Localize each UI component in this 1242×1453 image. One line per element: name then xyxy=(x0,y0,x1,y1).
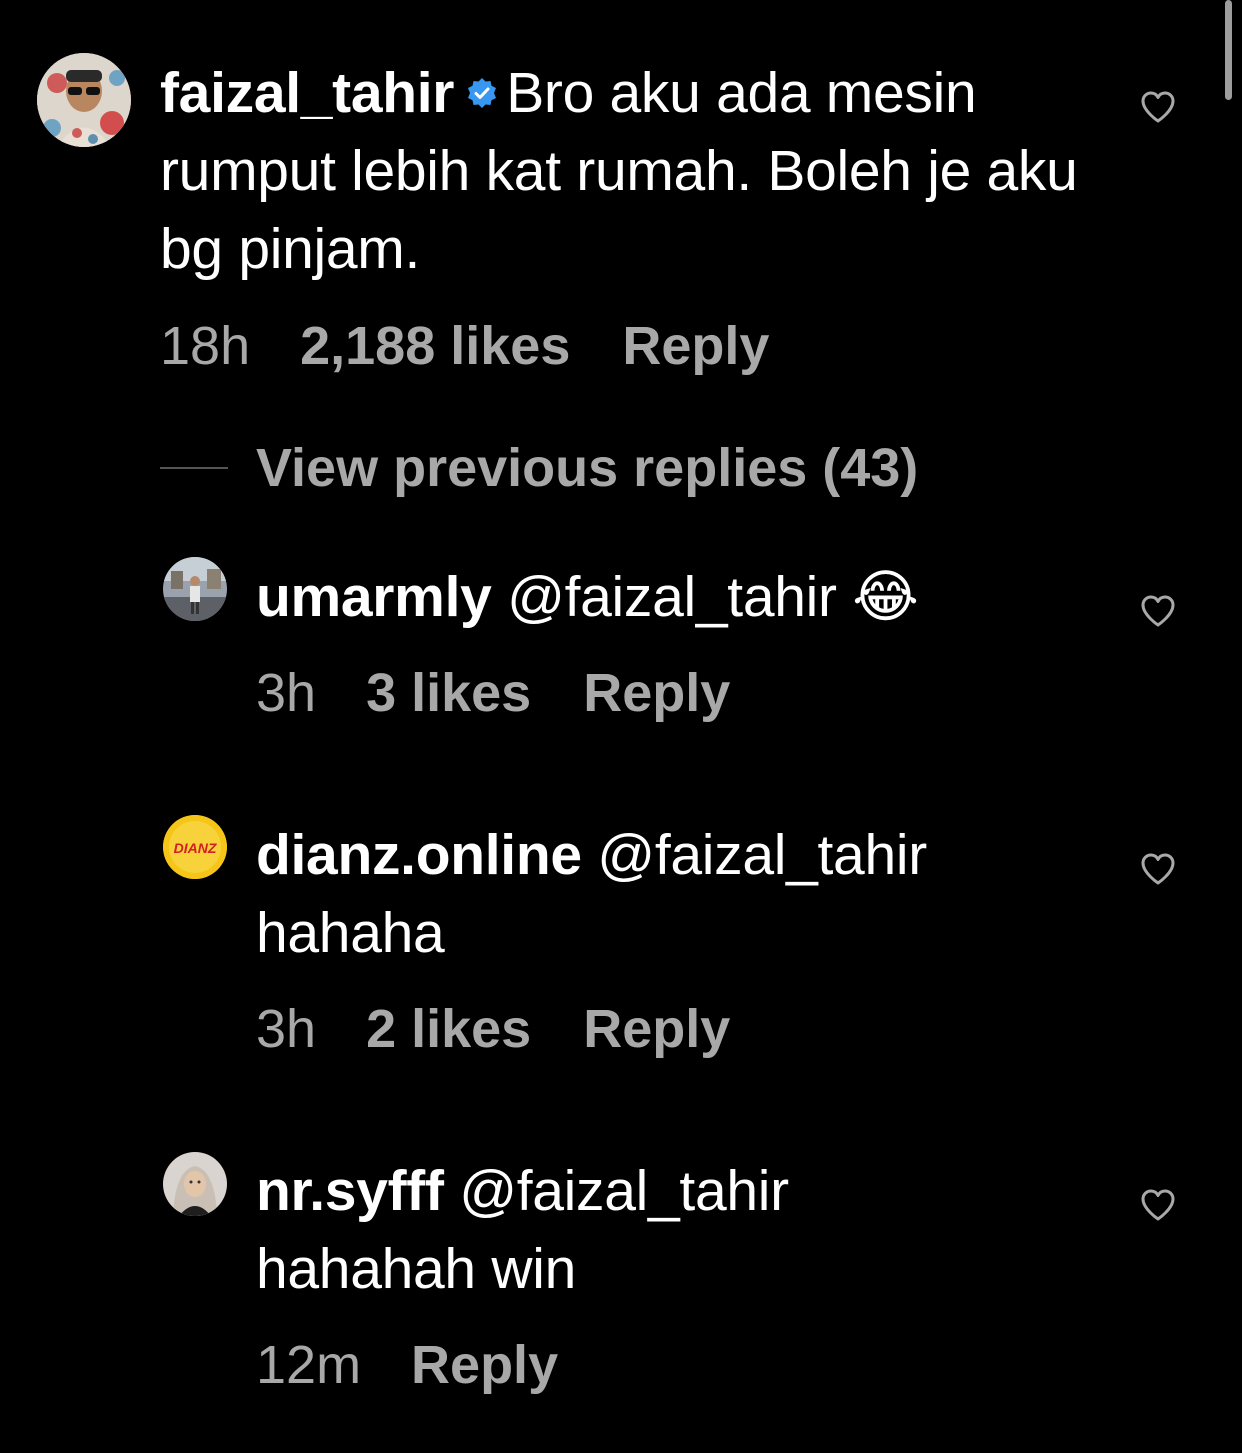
reply-body: dianz.online @faizal_tahir hahaha xyxy=(256,816,1116,972)
avatar[interactable]: DIANZ xyxy=(163,815,227,879)
reply-button[interactable]: Reply xyxy=(411,1335,558,1395)
reply-meta: 12m Reply xyxy=(256,1335,558,1395)
reply-body: umarmly @faizal_tahir 😂 xyxy=(256,558,1116,636)
reply-username[interactable]: nr.syfff xyxy=(256,1159,444,1223)
reply-button[interactable]: Reply xyxy=(583,999,730,1059)
verified-badge-icon xyxy=(468,77,497,108)
avatar-image xyxy=(163,557,227,621)
reply-button[interactable]: Reply xyxy=(583,663,730,723)
reply-emoji: 😂 xyxy=(852,565,919,629)
avatar[interactable] xyxy=(37,53,131,147)
view-previous-replies[interactable]: View previous replies (43) xyxy=(160,436,918,500)
reply-time: 3h xyxy=(256,663,317,723)
reply-time: 3h xyxy=(256,999,317,1059)
divider-line xyxy=(160,467,228,469)
like-heart-icon[interactable] xyxy=(1140,90,1176,124)
reply-button[interactable]: Reply xyxy=(622,316,769,376)
mention-link[interactable]: @faizal_tahir xyxy=(597,823,927,887)
avatar-image xyxy=(163,1152,227,1216)
mention-link[interactable]: @faizal_tahir xyxy=(507,565,837,629)
comment-body: faizal_tahir Bro aku ada mesin rumput leb… xyxy=(160,54,1120,288)
comment-likes[interactable]: 2,188 likes xyxy=(300,316,570,376)
comment-username[interactable]: faizal_tahir xyxy=(160,61,454,125)
like-heart-icon[interactable] xyxy=(1140,1188,1176,1222)
avatar-image xyxy=(37,53,131,147)
comment-meta: 18h 2,188 likes Reply xyxy=(160,316,769,376)
reply-likes[interactable]: 3 likes xyxy=(366,663,531,723)
avatar-logo-text: DIANZ xyxy=(174,840,217,856)
like-heart-icon[interactable] xyxy=(1140,594,1176,628)
reply-likes[interactable]: 2 likes xyxy=(366,999,531,1059)
comment-time: 18h xyxy=(160,316,251,376)
reply-text: hahahah win xyxy=(256,1237,576,1301)
mention-link[interactable]: @faizal_tahir xyxy=(459,1159,789,1223)
reply-text: hahaha xyxy=(256,901,445,965)
reply-time: 12m xyxy=(256,1335,362,1395)
scrollbar[interactable] xyxy=(1225,0,1232,100)
avatar-image: DIANZ xyxy=(163,815,227,879)
reply-meta: 3h 2 likes Reply xyxy=(256,999,730,1059)
like-heart-icon[interactable] xyxy=(1140,852,1176,886)
reply-meta: 3h 3 likes Reply xyxy=(256,663,730,723)
avatar[interactable] xyxy=(163,1152,227,1216)
avatar[interactable] xyxy=(163,557,227,621)
view-replies-label[interactable]: View previous replies (43) xyxy=(256,437,918,499)
reply-username[interactable]: umarmly xyxy=(256,565,492,629)
reply-username[interactable]: dianz.online xyxy=(256,823,582,887)
reply-body: nr.syfff @faizal_tahir hahahah win xyxy=(256,1152,1116,1308)
